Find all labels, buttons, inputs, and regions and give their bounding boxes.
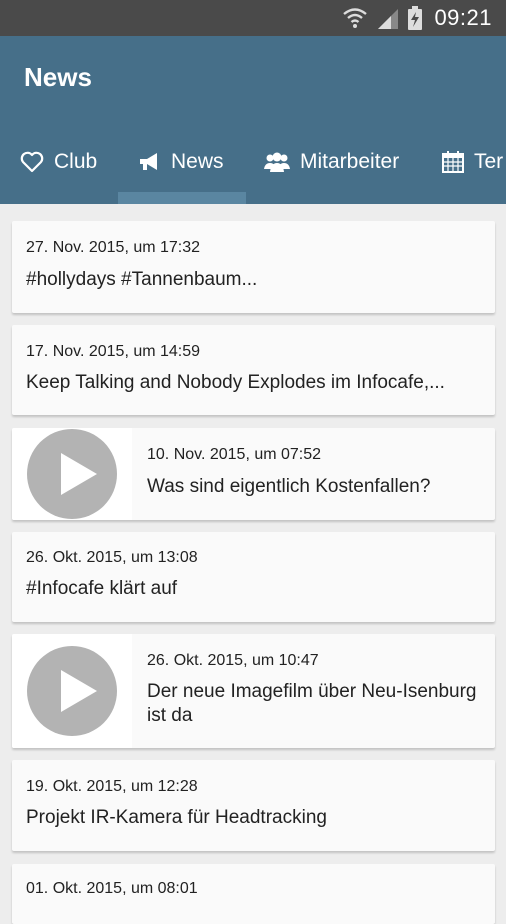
battery-icon xyxy=(408,6,423,30)
news-item[interactable]: 17. Nov. 2015, um 14:59 Keep Talking and… xyxy=(12,325,495,415)
news-item[interactable]: 27. Nov. 2015, um 17:32 #hollydays #Tann… xyxy=(12,221,495,313)
news-item[interactable]: 01. Okt. 2015, um 08:01 xyxy=(12,864,495,924)
news-date: 01. Okt. 2015, um 08:01 xyxy=(26,880,198,897)
video-thumbnail[interactable] xyxy=(12,634,132,748)
users-icon xyxy=(264,151,290,173)
megaphone-icon xyxy=(137,151,161,173)
tab-mitarbeiter[interactable]: Mitarbeiter xyxy=(264,120,399,204)
news-title: Projekt IR-Kamera für Headtracking xyxy=(26,807,327,828)
tab-indicator xyxy=(118,192,246,204)
news-date: 10. Nov. 2015, um 07:52 xyxy=(147,446,322,463)
news-item[interactable]: 26. Okt. 2015, um 10:47 Der neue Imagefi… xyxy=(12,634,495,748)
tab-bar: Club News Mitarbeiter Ter xyxy=(0,120,506,204)
tab-label: Mitarbeiter xyxy=(300,150,400,173)
page-title: News xyxy=(24,62,92,92)
tab-label: Ter xyxy=(474,150,504,173)
news-date: 17. Nov. 2015, um 14:59 xyxy=(26,343,201,360)
calendar-icon xyxy=(442,151,464,173)
tab-termine[interactable]: Ter xyxy=(442,120,503,204)
news-item[interactable]: 26. Okt. 2015, um 13:08 #Infocafe klärt … xyxy=(12,532,495,622)
app-bar: News Club News Mitarbeiter Ter xyxy=(0,36,506,204)
news-title: Was sind eigentlich Kostenfallen? xyxy=(147,476,431,497)
tab-label: News xyxy=(171,150,224,173)
news-title: Der neue Imagefilm über Neu-Isenburg ist… xyxy=(147,681,477,726)
play-icon[interactable] xyxy=(27,429,117,519)
news-title: #Infocafe klärt auf xyxy=(26,578,178,599)
news-date: 19. Okt. 2015, um 12:28 xyxy=(26,778,198,795)
news-title: #hollydays #Tannenbaum... xyxy=(26,269,258,290)
video-thumbnail[interactable] xyxy=(12,428,132,520)
news-date: 26. Okt. 2015, um 10:47 xyxy=(147,652,319,669)
news-title: Keep Talking and Nobody Explodes im Info… xyxy=(26,372,445,393)
clock-time: 09:21 xyxy=(434,5,492,30)
signal-icon xyxy=(376,7,400,29)
status-bar: 09:21 xyxy=(0,0,506,36)
tab-club[interactable]: Club xyxy=(20,120,97,204)
heart-outline-icon xyxy=(20,151,44,173)
news-item[interactable]: 19. Okt. 2015, um 12:28 Projekt IR-Kamer… xyxy=(12,760,495,851)
news-date: 26. Okt. 2015, um 13:08 xyxy=(26,549,198,566)
wifi-icon xyxy=(342,6,368,30)
news-date: 27. Nov. 2015, um 17:32 xyxy=(26,239,201,256)
play-icon[interactable] xyxy=(27,646,117,736)
news-item[interactable]: 10. Nov. 2015, um 07:52 Was sind eigentl… xyxy=(12,428,495,520)
tab-label: Club xyxy=(54,150,98,173)
